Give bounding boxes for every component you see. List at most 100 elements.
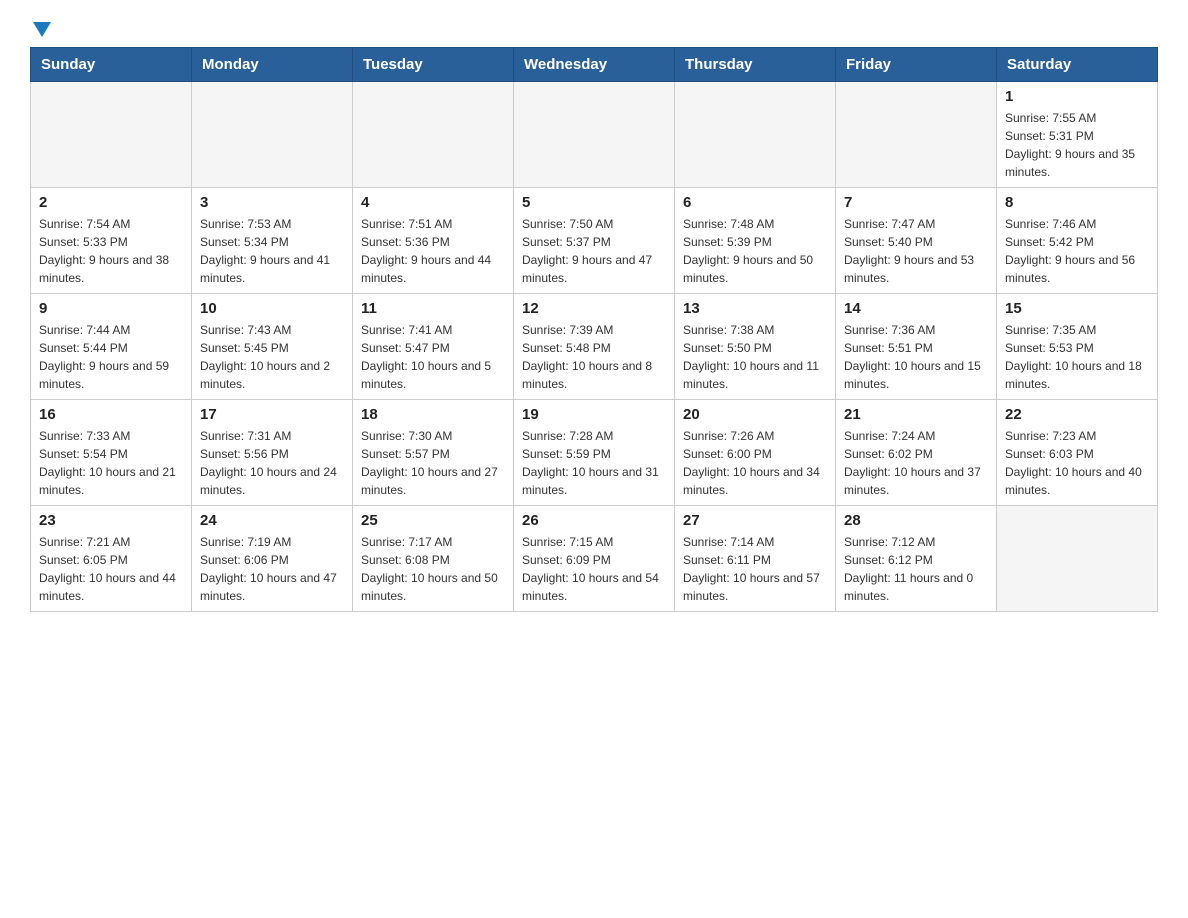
calendar-cell — [997, 506, 1158, 612]
calendar-cell: 11 Sunrise: 7:41 AMSunset: 5:47 PMDayligh… — [353, 294, 514, 400]
calendar-cell: 22 Sunrise: 7:23 AMSunset: 6:03 PMDayligh… — [997, 400, 1158, 506]
day-number: 17 — [200, 406, 344, 423]
weekday-header-monday: Monday — [192, 48, 353, 82]
day-info: Sunrise: 7:23 AMSunset: 6:03 PMDaylight:… — [1005, 427, 1149, 499]
calendar-cell: 18 Sunrise: 7:30 AMSunset: 5:57 PMDayligh… — [353, 400, 514, 506]
calendar-cell: 25Sunrise: 7:17 AMSunset: 6:08 PMDayligh… — [353, 506, 514, 612]
day-info: Sunrise: 7:30 AMSunset: 5:57 PMDaylight:… — [361, 427, 505, 499]
calendar-cell — [675, 82, 836, 188]
calendar-cell: 4 Sunrise: 7:51 AMSunset: 5:36 PMDaylight… — [353, 188, 514, 294]
day-info: Sunrise: 7:38 AMSunset: 5:50 PMDaylight:… — [683, 321, 827, 393]
day-info: Sunrise: 7:15 AMSunset: 6:09 PMDaylight:… — [522, 533, 666, 605]
calendar-cell: 8 Sunrise: 7:46 AMSunset: 5:42 PMDaylight… — [997, 188, 1158, 294]
logo-triangle-icon — [33, 22, 51, 37]
day-number: 3 — [200, 194, 344, 211]
day-number: 10 — [200, 300, 344, 317]
day-info: Sunrise: 7:14 AMSunset: 6:11 PMDaylight:… — [683, 533, 827, 605]
weekday-header-saturday: Saturday — [997, 48, 1158, 82]
calendar-table: SundayMondayTuesdayWednesdayThursdayFrid… — [30, 47, 1158, 612]
day-number: 24 — [200, 512, 344, 529]
day-info: Sunrise: 7:17 AMSunset: 6:08 PMDaylight:… — [361, 533, 505, 605]
day-info: Sunrise: 7:53 AMSunset: 5:34 PMDaylight:… — [200, 215, 344, 287]
day-info: Sunrise: 7:28 AMSunset: 5:59 PMDaylight:… — [522, 427, 666, 499]
calendar-cell — [353, 82, 514, 188]
weekday-header-tuesday: Tuesday — [353, 48, 514, 82]
day-info: Sunrise: 7:33 AMSunset: 5:54 PMDaylight:… — [39, 427, 183, 499]
calendar-cell: 5 Sunrise: 7:50 AMSunset: 5:37 PMDaylight… — [514, 188, 675, 294]
calendar-cell: 26Sunrise: 7:15 AMSunset: 6:09 PMDayligh… — [514, 506, 675, 612]
day-info: Sunrise: 7:39 AMSunset: 5:48 PMDaylight:… — [522, 321, 666, 393]
day-info: Sunrise: 7:54 AMSunset: 5:33 PMDaylight:… — [39, 215, 183, 287]
day-number: 7 — [844, 194, 988, 211]
weekday-header-friday: Friday — [836, 48, 997, 82]
day-number: 12 — [522, 300, 666, 317]
day-number: 27 — [683, 512, 827, 529]
calendar-cell — [836, 82, 997, 188]
day-number: 23 — [39, 512, 183, 529]
calendar-cell: 2 Sunrise: 7:54 AMSunset: 5:33 PMDaylight… — [31, 188, 192, 294]
day-number: 21 — [844, 406, 988, 423]
day-info: Sunrise: 7:12 AMSunset: 6:12 PMDaylight:… — [844, 533, 988, 605]
day-info: Sunrise: 7:46 AMSunset: 5:42 PMDaylight:… — [1005, 215, 1149, 287]
day-number: 28 — [844, 512, 988, 529]
day-number: 22 — [1005, 406, 1149, 423]
calendar-cell: 9 Sunrise: 7:44 AMSunset: 5:44 PMDaylight… — [31, 294, 192, 400]
weekday-header-thursday: Thursday — [675, 48, 836, 82]
calendar-cell: 28 Sunrise: 7:12 AMSunset: 6:12 PMDayligh… — [836, 506, 997, 612]
day-info: Sunrise: 7:51 AMSunset: 5:36 PMDaylight:… — [361, 215, 505, 287]
day-number: 6 — [683, 194, 827, 211]
calendar-cell — [514, 82, 675, 188]
day-number: 1 — [1005, 88, 1149, 105]
calendar-cell: 6 Sunrise: 7:48 AMSunset: 5:39 PMDaylight… — [675, 188, 836, 294]
day-info: Sunrise: 7:24 AMSunset: 6:02 PMDaylight:… — [844, 427, 988, 499]
day-number: 16 — [39, 406, 183, 423]
day-number: 14 — [844, 300, 988, 317]
day-number: 11 — [361, 300, 505, 317]
calendar-week-row: 23 Sunrise: 7:21 AMSunset: 6:05 PMDayligh… — [31, 506, 1158, 612]
calendar-cell: 24 Sunrise: 7:19 AMSunset: 6:06 PMDayligh… — [192, 506, 353, 612]
calendar-cell: 23 Sunrise: 7:21 AMSunset: 6:05 PMDayligh… — [31, 506, 192, 612]
day-number: 2 — [39, 194, 183, 211]
calendar-week-row: 1 Sunrise: 7:55 AMSunset: 5:31 PMDaylight… — [31, 82, 1158, 188]
calendar-week-row: 2 Sunrise: 7:54 AMSunset: 5:33 PMDaylight… — [31, 188, 1158, 294]
day-number: 9 — [39, 300, 183, 317]
calendar-cell: 3 Sunrise: 7:53 AMSunset: 5:34 PMDaylight… — [192, 188, 353, 294]
calendar-cell: 1 Sunrise: 7:55 AMSunset: 5:31 PMDaylight… — [997, 82, 1158, 188]
day-info: Sunrise: 7:31 AMSunset: 5:56 PMDaylight:… — [200, 427, 344, 499]
calendar-cell: 12 Sunrise: 7:39 AMSunset: 5:48 PMDayligh… — [514, 294, 675, 400]
calendar-cell: 19 Sunrise: 7:28 AMSunset: 5:59 PMDayligh… — [514, 400, 675, 506]
calendar-header-row: SundayMondayTuesdayWednesdayThursdayFrid… — [31, 48, 1158, 82]
day-info: Sunrise: 7:50 AMSunset: 5:37 PMDaylight:… — [522, 215, 666, 287]
day-number: 4 — [361, 194, 505, 211]
day-info: Sunrise: 7:48 AMSunset: 5:39 PMDaylight:… — [683, 215, 827, 287]
calendar-cell — [192, 82, 353, 188]
day-info: Sunrise: 7:35 AMSunset: 5:53 PMDaylight:… — [1005, 321, 1149, 393]
day-number: 18 — [361, 406, 505, 423]
day-number: 19 — [522, 406, 666, 423]
day-number: 13 — [683, 300, 827, 317]
calendar-cell: 27 Sunrise: 7:14 AMSunset: 6:11 PMDayligh… — [675, 506, 836, 612]
calendar-cell: 7 Sunrise: 7:47 AMSunset: 5:40 PMDaylight… — [836, 188, 997, 294]
day-number: 20 — [683, 406, 827, 423]
day-info: Sunrise: 7:55 AMSunset: 5:31 PMDaylight:… — [1005, 109, 1149, 181]
day-info: Sunrise: 7:44 AMSunset: 5:44 PMDaylight:… — [39, 321, 183, 393]
day-info: Sunrise: 7:19 AMSunset: 6:06 PMDaylight:… — [200, 533, 344, 605]
logo — [30, 20, 51, 37]
calendar-cell: 16 Sunrise: 7:33 AMSunset: 5:54 PMDayligh… — [31, 400, 192, 506]
calendar-cell: 13 Sunrise: 7:38 AMSunset: 5:50 PMDayligh… — [675, 294, 836, 400]
day-number: 8 — [1005, 194, 1149, 211]
day-info: Sunrise: 7:43 AMSunset: 5:45 PMDaylight:… — [200, 321, 344, 393]
calendar-week-row: 16 Sunrise: 7:33 AMSunset: 5:54 PMDayligh… — [31, 400, 1158, 506]
calendar-cell: 14Sunrise: 7:36 AMSunset: 5:51 PMDayligh… — [836, 294, 997, 400]
calendar-cell: 21 Sunrise: 7:24 AMSunset: 6:02 PMDayligh… — [836, 400, 997, 506]
day-number: 15 — [1005, 300, 1149, 317]
calendar-cell — [31, 82, 192, 188]
calendar-cell: 17 Sunrise: 7:31 AMSunset: 5:56 PMDayligh… — [192, 400, 353, 506]
day-info: Sunrise: 7:41 AMSunset: 5:47 PMDaylight:… — [361, 321, 505, 393]
day-info: Sunrise: 7:26 AMSunset: 6:00 PMDaylight:… — [683, 427, 827, 499]
day-number: 5 — [522, 194, 666, 211]
calendar-cell: 20 Sunrise: 7:26 AMSunset: 6:00 PMDayligh… — [675, 400, 836, 506]
day-info: Sunrise: 7:21 AMSunset: 6:05 PMDaylight:… — [39, 533, 183, 605]
weekday-header-wednesday: Wednesday — [514, 48, 675, 82]
day-info: Sunrise: 7:47 AMSunset: 5:40 PMDaylight:… — [844, 215, 988, 287]
